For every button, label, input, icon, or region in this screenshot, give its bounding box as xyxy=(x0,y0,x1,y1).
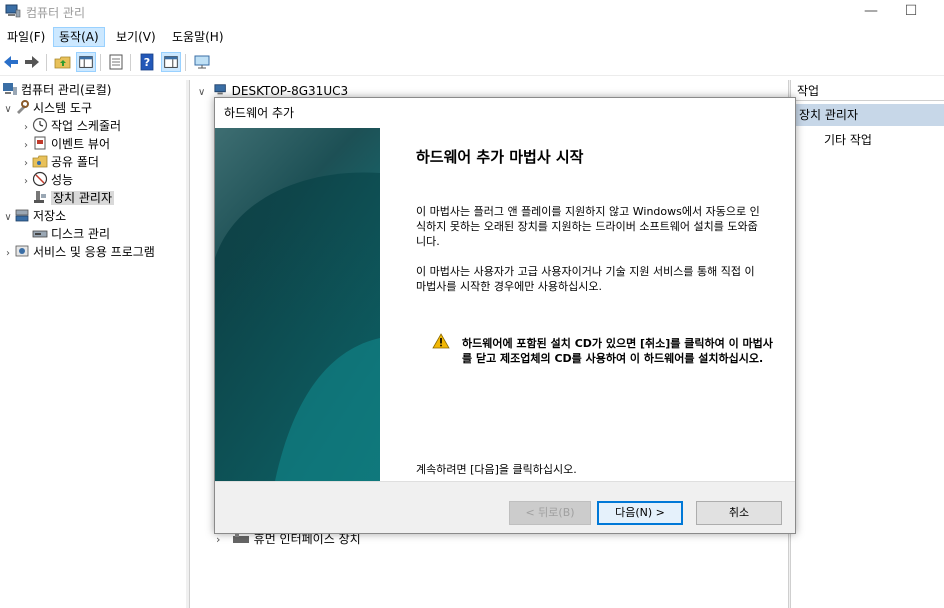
chevron-right-icon[interactable]: › xyxy=(2,245,14,263)
tree-label: 시스템 도구 xyxy=(33,101,93,115)
actions-section-device-manager[interactable]: 장치 관리자 xyxy=(791,104,944,126)
console-tree-panel: 컴퓨터 관리(로컬) ∨ 시스템 도구 › 작업 스케줄러 › 이벤트 뷰어 › 공유 … xyxy=(0,80,187,608)
tree-item-event-viewer[interactable]: › 이벤트 뷰어 xyxy=(20,135,110,153)
device-category-label: 휴먼 인터페이스 장치 xyxy=(253,532,361,546)
dialog-button-bar: < 뒤로(B) 다음(N) > 취소 xyxy=(215,481,795,533)
storage-icon xyxy=(15,209,29,222)
wizard-advanced-note: 이 마법사는 사용자가 고급 사용자이거나 기술 지원 서비스를 통해 직접 이… xyxy=(416,265,755,293)
help-icon[interactable]: ? xyxy=(137,52,157,72)
back-button[interactable]: < 뒤로(B) xyxy=(509,501,591,525)
tree-label: 작업 스케줄러 xyxy=(51,119,122,133)
tree-item-device-manager[interactable]: 장치 관리자 xyxy=(20,189,115,207)
menu-help[interactable]: 도움말(H) xyxy=(167,27,229,47)
tree-label: 이벤트 뷰어 xyxy=(51,137,111,151)
warning-icon xyxy=(432,333,450,349)
performance-icon xyxy=(32,171,48,187)
computer-icon xyxy=(214,84,226,95)
tree-item-performance[interactable]: › 성능 xyxy=(20,171,73,189)
folder-up-icon[interactable] xyxy=(53,52,73,72)
shared-folder-icon xyxy=(32,155,48,168)
tree-label: 장치 관리자 xyxy=(51,191,115,205)
tree-label: 공유 폴더 xyxy=(51,155,99,169)
tree-item-services[interactable]: › 서비스 및 응용 프로그램 xyxy=(2,243,155,261)
monitor-icon[interactable] xyxy=(192,52,212,72)
tree-item-system-tools[interactable]: ∨ 시스템 도구 xyxy=(2,99,92,117)
tree-label: 서비스 및 응용 프로그램 xyxy=(33,245,155,259)
back-arrow-icon[interactable] xyxy=(1,52,21,72)
wizard-continue-text: 계속하려면 [다음]을 클릭하십시오. xyxy=(416,463,577,476)
computer-name: DESKTOP-8G31UC3 xyxy=(231,84,349,98)
computer-management-icon xyxy=(5,4,21,18)
wizard-heading: 하드웨어 추가 마법사 시작 xyxy=(416,148,584,166)
action-pane-icon[interactable] xyxy=(161,52,181,72)
tree-label: 성능 xyxy=(51,173,74,187)
menu-action[interactable]: 동작(A) xyxy=(53,27,105,47)
toolbar: ? xyxy=(0,50,944,76)
window-title: 컴퓨터 관리 xyxy=(26,6,86,20)
menu-file[interactable]: 파일(F) xyxy=(2,27,50,47)
tree-label: 저장소 xyxy=(33,209,67,223)
wizard-banner-image xyxy=(215,128,380,481)
tree-item-root[interactable]: 컴퓨터 관리(로컬) xyxy=(2,81,111,99)
computer-management-icon xyxy=(3,83,17,95)
chevron-down-icon[interactable]: ∨ xyxy=(2,101,14,119)
actions-section-label: 장치 관리자 xyxy=(799,108,859,122)
menu-bar: 파일(F) 동작(A) 보기(V) 도움말(H) xyxy=(0,26,944,48)
services-icon xyxy=(15,245,29,257)
tree-item-shared-folders[interactable]: › 공유 폴더 xyxy=(20,153,99,171)
event-log-icon xyxy=(34,136,46,150)
tree-item-disk-management[interactable]: 디스크 관리 xyxy=(20,225,110,243)
tree-item-task-scheduler[interactable]: › 작업 스케줄러 xyxy=(20,117,121,135)
svg-text:?: ? xyxy=(144,56,150,69)
more-actions-label: 기타 작업 xyxy=(824,133,872,147)
menu-view[interactable]: 보기(V) xyxy=(111,27,161,47)
wizard-content: 하드웨어 추가 마법사 시작 이 마법사는 플러그 앤 플레이를 지원하지 않고… xyxy=(380,128,795,481)
cancel-button[interactable]: 취소 xyxy=(696,501,782,525)
properties-icon[interactable] xyxy=(106,52,126,72)
tree-item-storage[interactable]: ∨ 저장소 xyxy=(2,207,66,225)
add-hardware-wizard-dialog: 하드웨어 추가 하드웨어 추가 마법사 시작 이 마법사는 플러그 앤 플레이를… xyxy=(214,97,796,534)
disk-icon xyxy=(32,230,48,238)
forward-arrow-icon[interactable] xyxy=(22,52,42,72)
tools-icon xyxy=(17,100,29,114)
console-tree-icon[interactable] xyxy=(76,52,96,72)
title-bar: 컴퓨터 관리 — ☐ xyxy=(0,0,944,24)
tree-label: 컴퓨터 관리(로컬) xyxy=(21,83,112,97)
more-actions-item[interactable]: 기타 작업 xyxy=(824,130,872,150)
device-manager-icon xyxy=(34,191,46,203)
wizard-warning-text: 하드웨어에 포함된 설치 CD가 있으면 [취소]를 클릭하여 이 마법사를 닫… xyxy=(462,337,773,365)
tree-label: 디스크 관리 xyxy=(51,227,111,241)
wizard-description: 이 마법사는 플러그 앤 플레이를 지원하지 않고 Windows에서 자동으로… xyxy=(416,205,760,248)
chevron-down-icon[interactable]: ∨ xyxy=(198,84,210,102)
chevron-down-icon[interactable]: ∨ xyxy=(2,209,14,227)
actions-panel: 작업 장치 관리자 기타 작업 xyxy=(790,80,944,608)
maximize-button[interactable]: ☐ xyxy=(888,0,934,24)
dialog-title: 하드웨어 추가 xyxy=(215,98,795,128)
actions-header: 작업 xyxy=(791,81,944,101)
clock-icon xyxy=(32,117,48,133)
next-button[interactable]: 다음(N) > xyxy=(597,501,683,525)
